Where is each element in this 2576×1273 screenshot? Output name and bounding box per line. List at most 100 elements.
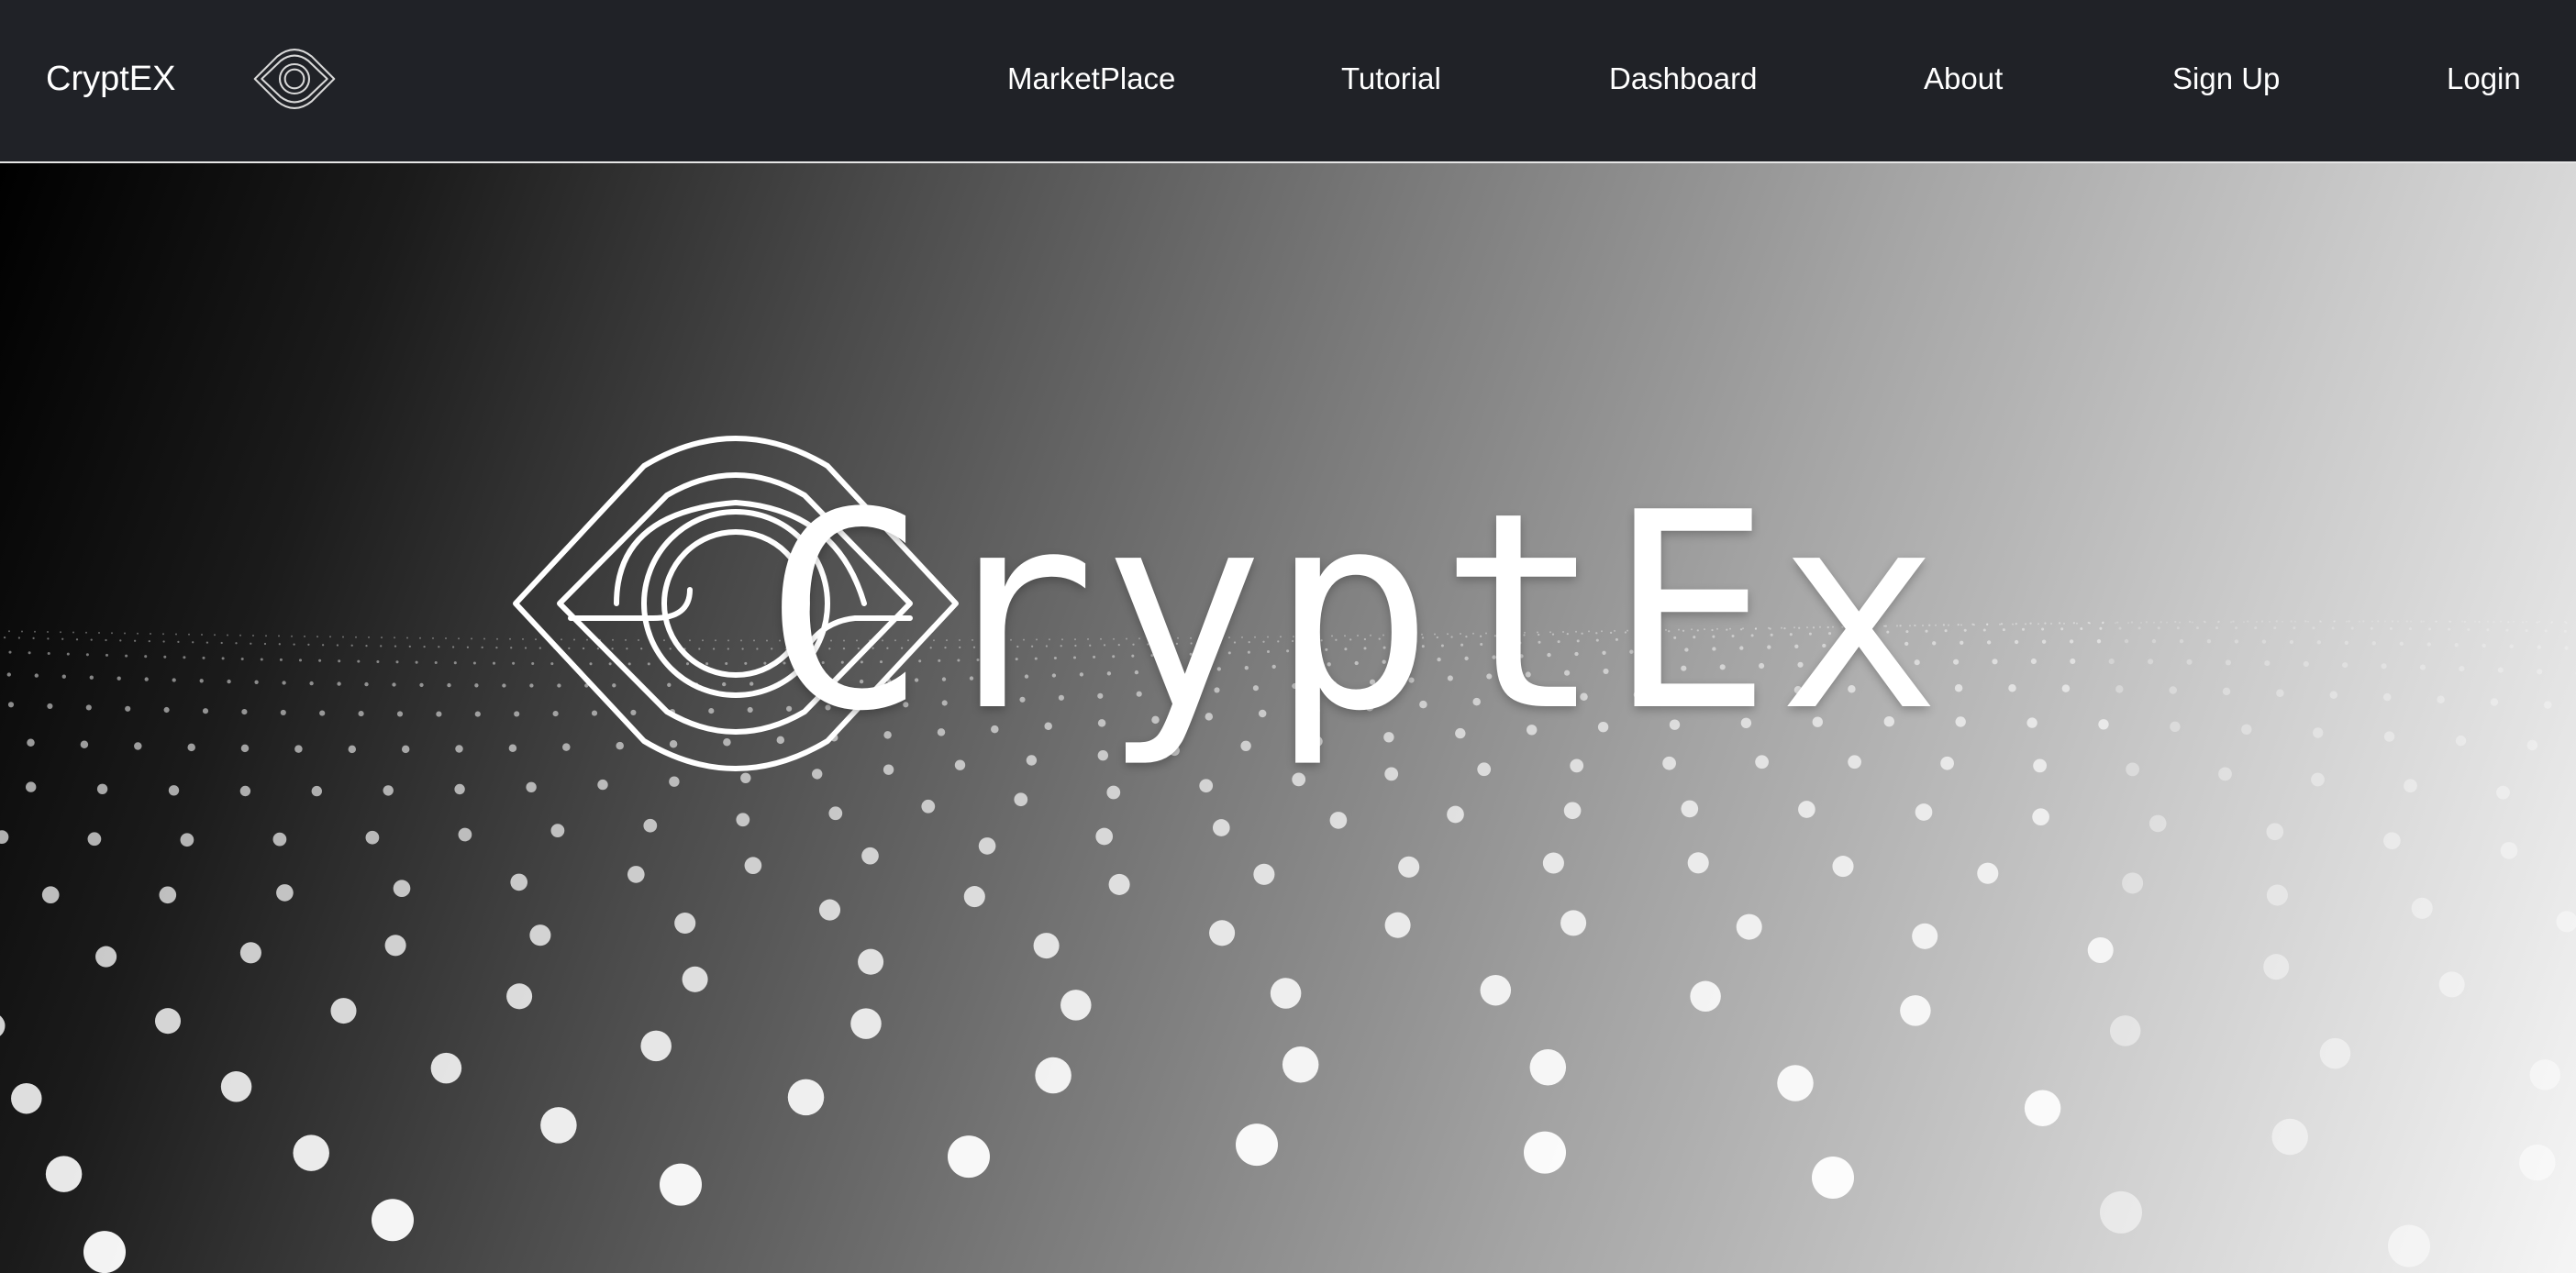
particle-dot (2478, 620, 2481, 624)
particle-dot (1447, 805, 1464, 824)
particle-dot (1563, 802, 1582, 820)
particle-dot (2564, 646, 2569, 650)
particle-dot (254, 680, 259, 684)
particle-dot (2050, 623, 2052, 625)
particle-dot (2290, 620, 2293, 623)
particle-dot (430, 1052, 462, 1084)
nav-signup[interactable]: Sign Up (2172, 55, 2280, 103)
particle-dot (240, 657, 244, 661)
particle-dot (2070, 658, 2076, 665)
particle-dot (348, 745, 357, 754)
particle-dot (2269, 620, 2271, 623)
particle-dot (3, 636, 6, 639)
particle-dot (1812, 1157, 1854, 1199)
particle-dot (2311, 772, 2325, 787)
particle-dot (1270, 978, 1302, 1009)
particle-dot (2026, 717, 2037, 728)
particle-dot (6, 672, 11, 677)
particle-dot (260, 658, 263, 661)
nav-dashboard[interactable]: Dashboard (1609, 55, 1757, 103)
particle-dot (2410, 620, 2412, 623)
particle-dot (75, 638, 79, 641)
particle-dot (2463, 620, 2467, 624)
particle-dot (1977, 862, 1999, 884)
particle-dot (474, 683, 479, 688)
particle-dot (502, 683, 506, 688)
particle-dot (744, 857, 762, 875)
particle-dot (2192, 621, 2193, 624)
particle-dot (858, 948, 884, 975)
particle-dot (96, 783, 108, 794)
hero-section: CryptEx (0, 163, 2576, 1273)
hero-title: CryptEx (763, 454, 1947, 770)
particle-dot (2179, 638, 2184, 644)
particle-dot (2303, 660, 2309, 668)
particle-dot (2235, 626, 2238, 630)
brand-link[interactable]: CryptEX (46, 53, 175, 105)
particle-dot (163, 655, 167, 659)
particle-dot (1480, 974, 1512, 1006)
particle-dot (162, 640, 165, 643)
particle-dot (105, 653, 109, 657)
particle-dot (2203, 620, 2206, 623)
particle-dot (2487, 620, 2489, 623)
particle-dot (239, 785, 251, 797)
particle-dot (34, 673, 39, 678)
particle-dot (447, 682, 451, 688)
particle-dot (2256, 621, 2258, 623)
particle-dot (265, 635, 267, 637)
particle-dot (2513, 620, 2515, 623)
particle-dot (1687, 852, 1709, 874)
particle-dot (2316, 640, 2321, 645)
particle-dot (2319, 1037, 2351, 1069)
particle-dot (304, 635, 305, 637)
particle-dot (0, 830, 9, 844)
particle-dot (235, 642, 238, 645)
particle-dot (318, 659, 322, 662)
particle-dot (2186, 659, 2193, 665)
particle-dot (350, 644, 353, 647)
particle-dot (1212, 819, 1230, 836)
particle-dot (2505, 628, 2509, 632)
particle-dot (293, 1135, 329, 1171)
particle-dot (2273, 626, 2277, 630)
particle-dot (294, 745, 303, 753)
particle-dot (1955, 716, 1966, 727)
particle-dot (298, 659, 303, 662)
particle-dot (1035, 1057, 1071, 1094)
particle-dot (124, 632, 126, 635)
nav-marketplace[interactable]: MarketPlace (1007, 55, 1175, 103)
particle-dot (510, 873, 528, 891)
particle-dot (240, 744, 250, 753)
particle-dot (2166, 621, 2168, 624)
particle-dot (2099, 626, 2103, 630)
particle-dot (2122, 872, 2144, 894)
particle-dot (150, 633, 151, 635)
particle-dot (2157, 626, 2160, 630)
particle-dot (2526, 739, 2538, 751)
particle-dot (72, 631, 74, 634)
particle-dot (2404, 779, 2417, 793)
particle-dot (85, 631, 87, 634)
particle-dot (2370, 626, 2373, 630)
particle-dot (495, 646, 498, 649)
particle-dot (2496, 785, 2510, 800)
particle-dot (436, 711, 442, 717)
particle-dot (2087, 936, 2114, 964)
particle-dot (272, 832, 287, 847)
particle-dot (2124, 638, 2129, 644)
particle-dot (1106, 785, 1121, 800)
particle-dot (1282, 1046, 1319, 1083)
particle-dot (2521, 621, 2525, 624)
particle-dot (0, 1015, 6, 1036)
nav-login[interactable]: Login (2447, 55, 2521, 103)
particle-dot (2383, 731, 2395, 742)
nav-tutorial[interactable]: Tutorial (1341, 55, 1441, 103)
eye-logo-icon[interactable] (251, 46, 338, 112)
nav-about[interactable]: About (1924, 55, 2003, 103)
particle-dot (540, 1107, 577, 1144)
particle-dot (2486, 628, 2490, 632)
particle-dot (80, 740, 89, 749)
particle-dot (2544, 701, 2552, 709)
particle-dot (2169, 686, 2177, 694)
